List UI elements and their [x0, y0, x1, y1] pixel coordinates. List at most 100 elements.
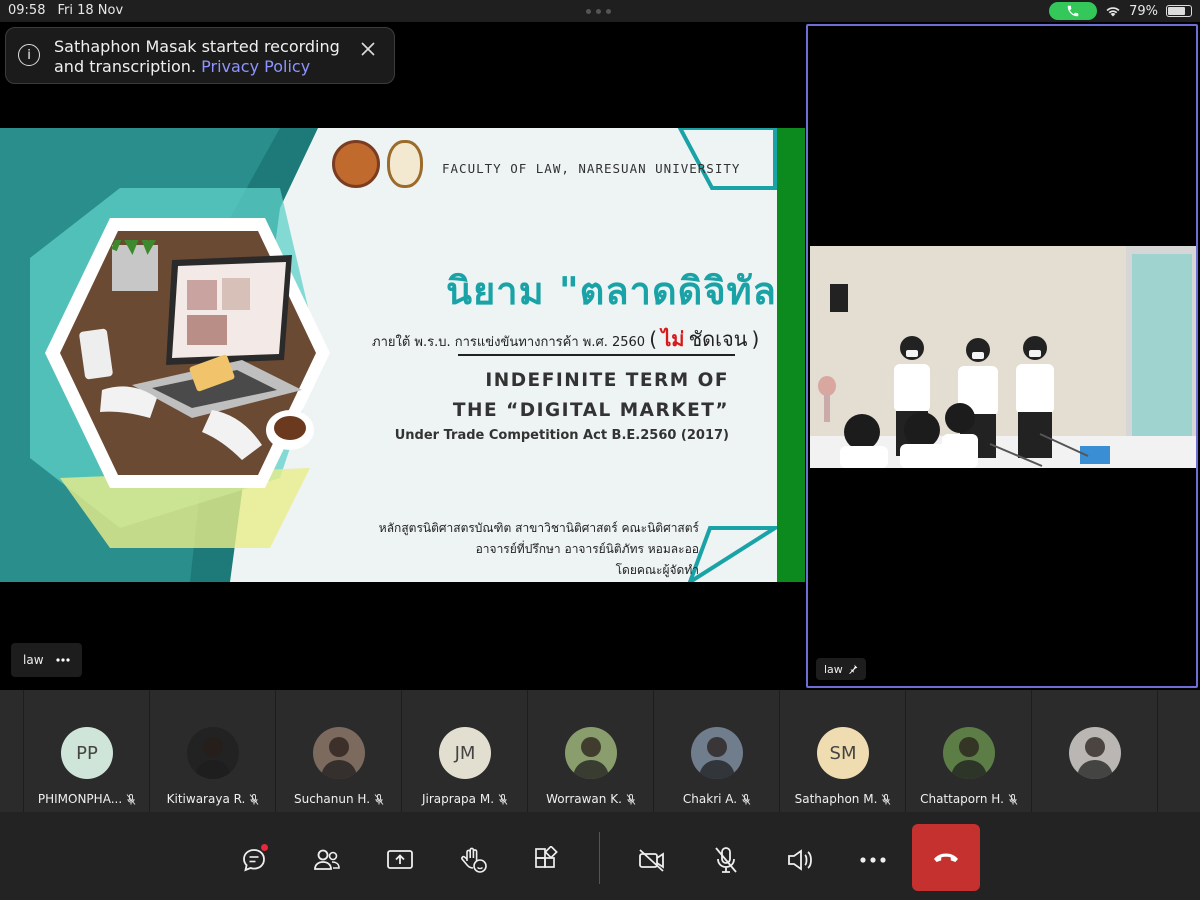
participant-name: PHIMONPHA... [24, 792, 150, 806]
multitasking-dots[interactable] [586, 9, 611, 14]
muted-mic-icon [374, 794, 384, 805]
status-time-date: 09:58 Fri 18 Nov [8, 3, 123, 18]
subtitle-rest: ชัดเจน [688, 327, 748, 351]
credit-line-1: หลักสูตรนิติศาสตรบัณฑิต สาขาวิชานิติศาสต… [378, 521, 699, 535]
participant-strip: PP PHIMONPHA... Kitiwaraya R. Suchanun H. JM… [0, 690, 1200, 812]
slide-title-thai: นิยาม "ตลาดดิจิทัล" [446, 269, 798, 313]
close-icon [361, 42, 375, 56]
avatar-photo [699, 737, 735, 779]
slide-credits: หลักสูตรนิติศาสตรบัณฑิต สาขาวิชานิติศาสต… [379, 518, 699, 581]
share-screen-button[interactable] [382, 842, 418, 878]
pinned-label: law [824, 662, 843, 676]
teams-meeting-screen: 09:58 Fri 18 Nov 79% i Sathaphon Masak s… [0, 0, 1200, 900]
participant-tile[interactable] [1032, 690, 1158, 812]
participant-name: Chakri A. [654, 792, 780, 806]
recording-notification: i Sathaphon Masak started recording and … [5, 27, 395, 84]
participant-avatar [1069, 727, 1121, 779]
mic-off-icon [715, 847, 737, 873]
pinned-video-tile[interactable]: law [806, 24, 1198, 688]
participant-avatar [187, 727, 239, 779]
subtitle-highlight: ไม่ [661, 327, 685, 351]
participant-avatar [691, 727, 743, 779]
slide-title-en-line3: Under Trade Competition Act B.E.2560 (20… [394, 428, 729, 443]
close-notification-button[interactable] [360, 38, 376, 63]
participant-tile-partial[interactable] [0, 690, 24, 812]
toolbar-divider [599, 832, 600, 884]
muted-mic-icon [882, 794, 891, 805]
avatar-photo [1077, 737, 1113, 779]
status-date: Fri 18 Nov [57, 3, 124, 18]
participant-tile[interactable]: Chattaporn H. [906, 690, 1032, 812]
participants-button[interactable] [309, 842, 345, 878]
ios-status-bar: 09:58 Fri 18 Nov 79% [0, 0, 1200, 22]
participant-name-text: Suchanun H. [293, 792, 371, 806]
leave-call-button[interactable] [912, 824, 980, 891]
hang-up-icon [934, 853, 958, 862]
apps-button[interactable] [528, 842, 564, 878]
more-icon [860, 857, 886, 863]
notification-text: Sathaphon Masak started recording and tr… [54, 37, 344, 77]
participant-avatar [943, 727, 995, 779]
privacy-policy-link[interactable]: Privacy Policy [201, 57, 310, 76]
chat-button[interactable] [236, 842, 272, 878]
share-screen-icon [387, 850, 413, 869]
credit-line-3: โดยคณะผู้จัดทำ [615, 563, 699, 577]
participant-tile[interactable]: Kitiwaraya R. [150, 690, 276, 812]
more-actions-button[interactable] [855, 842, 891, 878]
participant-tile[interactable]: Chakri A. [654, 690, 780, 812]
more-options-icon[interactable] [55, 658, 70, 662]
participant-avatar: JM [439, 727, 491, 779]
meeting-toolbar [0, 812, 1200, 900]
faculty-seal-logo [387, 140, 423, 188]
participant-name: Suchanun H. [276, 792, 402, 806]
pin-icon [849, 664, 858, 674]
mic-toggle-button[interactable] [708, 842, 744, 878]
slide-title-en-line2: THE “DIGITAL MARKET” [452, 400, 729, 421]
camera-toggle-button[interactable] [634, 842, 670, 878]
shared-screen-slide: FACULTY OF LAW, NARESUAN UNIVERSITY นิยา… [0, 128, 805, 582]
muted-mic-icon [249, 794, 259, 805]
subtitle-paren-open: ( [649, 327, 658, 351]
participant-tile[interactable]: Suchanun H. [276, 690, 402, 812]
apps-icon [535, 846, 558, 868]
faculty-heading: FACULTY OF LAW, NARESUAN UNIVERSITY [442, 161, 741, 176]
battery-icon [1166, 5, 1192, 17]
participant-name-text: Jiraprapa M. [421, 792, 495, 806]
info-icon: i [18, 44, 40, 66]
participant-name-text: Chakri A. [682, 792, 738, 806]
participant-avatar: SM [817, 727, 869, 779]
avatar-photo [195, 737, 231, 779]
subtitle-main: ภายใต้ พ.ร.บ. การแข่งขันทางการค้า พ.ศ. 2… [372, 335, 646, 350]
raise-hand-icon [461, 847, 487, 873]
speaker-button[interactable] [782, 842, 818, 878]
participant-name: Worrawan K. [528, 792, 654, 806]
muted-mic-icon [126, 794, 136, 805]
participant-name: Chattaporn H. [906, 792, 1032, 806]
participant-name-text: Sathaphon M. [794, 792, 878, 806]
participant-avatar [565, 727, 617, 779]
active-call-indicator[interactable] [1049, 2, 1098, 20]
university-logo [332, 140, 380, 188]
avatar-photo [573, 737, 609, 779]
presenter-name-tag[interactable]: law [11, 643, 82, 677]
participant-name-text: Chattaporn H. [920, 792, 1004, 806]
muted-mic-icon [1008, 794, 1018, 805]
wifi-icon [1106, 7, 1120, 17]
participant-tile[interactable]: PP PHIMONPHA... [24, 690, 150, 812]
participant-name-text: Kitiwaraya R. [166, 792, 246, 806]
phone-icon [1067, 5, 1079, 17]
muted-mic-icon [626, 794, 636, 805]
participant-tile[interactable]: JM Jiraprapa M. [402, 690, 528, 812]
subtitle-paren-close: ) [751, 327, 760, 351]
participant-name-text: Worrawan K. [546, 792, 622, 806]
slide-title-en-line1: INDEFINITE TERM OF [485, 370, 729, 391]
credit-line-2: อาจารย์ที่ปรึกษา อาจารย์นิติภัทร หอมละออ [475, 542, 699, 556]
muted-mic-icon [498, 794, 508, 805]
participant-tile[interactable]: SM Sathaphon M. [780, 690, 906, 812]
slide-subtitle-thai: ภายใต้ พ.ร.บ. การแข่งขันทางการค้า พ.ศ. 2… [372, 323, 759, 355]
pinned-name-tag[interactable]: law [816, 658, 866, 680]
presenter-label: law [23, 653, 44, 667]
speaker-icon [788, 849, 812, 871]
reactions-button[interactable] [456, 842, 492, 878]
participant-tile[interactable]: Worrawan K. [528, 690, 654, 812]
